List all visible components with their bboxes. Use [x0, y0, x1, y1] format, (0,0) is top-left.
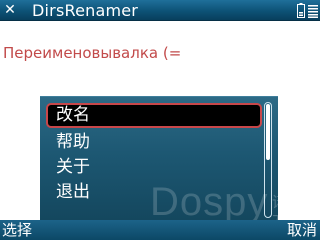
menu-item-rename[interactable]: 改名: [46, 103, 262, 128]
signal-icon: [308, 5, 318, 18]
title-bar: ✕ DirsRenamer: [0, 0, 320, 21]
app-title: DirsRenamer: [32, 1, 139, 20]
scrollbar-thumb[interactable]: [266, 104, 270, 160]
menu-item-about[interactable]: 关于: [46, 155, 262, 180]
main-label: Переименовывалка (=: [3, 44, 182, 62]
battery-icon: [297, 3, 305, 18]
close-icon[interactable]: ✕: [3, 2, 17, 18]
left-softkey[interactable]: 选择: [2, 220, 32, 240]
watermark: Dospy: [150, 180, 269, 224]
right-softkey[interactable]: 取消: [287, 220, 317, 240]
menu-item-help[interactable]: 帮助: [46, 130, 262, 155]
softkey-bar: 选择 取消: [0, 220, 320, 240]
